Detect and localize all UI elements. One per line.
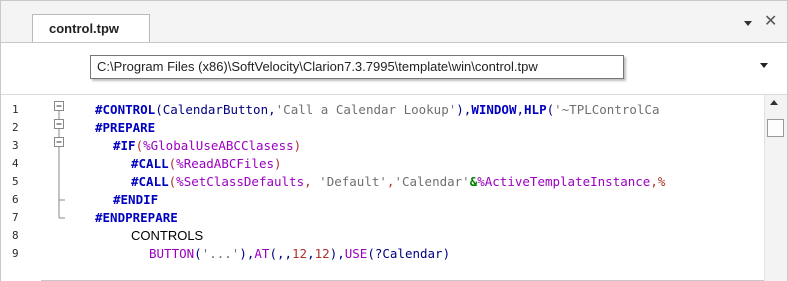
close-icon[interactable]: ✕ [764,11,777,30]
tab-strip: control.tpw ✕ [1,1,787,43]
editor-window: control.tpw ✕ C:\Program Files (x86)\Sof… [0,0,788,281]
dropdown-arrow-icon[interactable] [741,16,755,30]
code-editor[interactable]: 1 2 3 4 5 6 7 8 9 #CONTROL(CalendarButto… [1,94,787,281]
code-line: #CALL(%ReadABCFiles) [131,156,282,171]
code-area[interactable]: #CONTROL(CalendarButton,'Call a Calendar… [1,95,787,281]
scroll-thumb[interactable] [767,119,784,137]
code-line: #CONTROL(CalendarButton,'Call a Calendar… [95,102,660,117]
combo-dropdown-icon[interactable] [759,60,769,70]
file-path-tooltip: C:\Program Files (x86)\SoftVelocity\Clar… [90,55,624,79]
scroll-up-icon[interactable] [770,100,778,105]
code-line: #IF(%GlobalUseABCClasess) [113,138,302,153]
tab-control-tpw[interactable]: control.tpw [32,14,150,42]
code-line: #ENDPREPARE [95,210,178,225]
code-line: #ENDIF [113,192,159,207]
vertical-scrollbar[interactable] [764,95,787,281]
code-line: #CALL(%SetClassDefaults, 'Default','Cale… [131,174,666,189]
code-line: BUTTON('...'),AT(,,12,12),USE(?Calendar) [149,246,451,261]
code-line: CONTROLS [131,228,204,243]
code-line: #PREPARE [95,120,156,135]
tab-label: control.tpw [49,21,120,36]
